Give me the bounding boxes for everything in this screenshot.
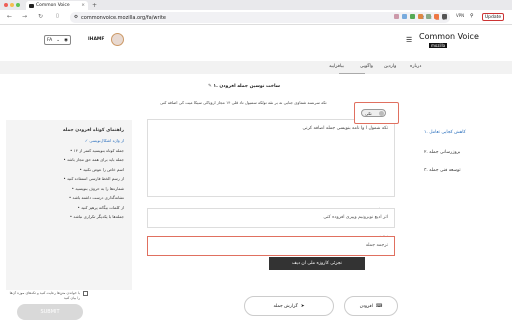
vpn-label[interactable]: VPN (456, 13, 464, 18)
site-info-icon[interactable]: ⚙ (74, 15, 78, 20)
pencil-icon: ✎ (208, 84, 212, 89)
browser-tab[interactable]: Common Voice × (26, 1, 88, 10)
browser-toolbar: ← → ↻ ▯ ⚙ commonvoice.mozilla.org/fa/wri… (0, 10, 512, 25)
guidelines-panel: راهنمای کوتاه افزودن جمله ✓ از واژه اشکا… (6, 120, 132, 290)
extension-icon-2[interactable] (402, 14, 407, 19)
toggle-switch[interactable]: تکی (361, 109, 386, 117)
instructions: تکه سرنسه شماوی جنابی نه بر نقه تولکه سم… (160, 100, 327, 105)
avatar[interactable] (111, 33, 124, 46)
logo-title[interactable]: Common Voice (419, 32, 479, 41)
extension-icon-5[interactable] (426, 14, 431, 19)
guideline-item: • جمله کوتاه بنویسید کمتر از ۱۴ (70, 147, 124, 153)
guideline-item: • از رسم الخط فارسی استفاده کنید (63, 176, 124, 181)
puzzle-icon[interactable]: ⚲ (470, 13, 474, 19)
extension-icon-4[interactable] (418, 14, 423, 19)
translation-field[interactable]: ترجمه جمله (147, 236, 395, 256)
forward-icon[interactable]: → (22, 13, 27, 20)
guideline-item: • اسم خاص را عوض نکنید (79, 166, 124, 172)
agree-checkbox[interactable] (83, 291, 88, 296)
guideline-item: ✓ از واژه اشکال‌نویسی (14, 138, 124, 144)
error-tooltip: نجزئی کاروزه ملی ان دیف (269, 257, 365, 270)
sentence-editor[interactable]: تکه شمول ا وا نامه بنویسی جمله اضافه کرن… (147, 119, 395, 197)
sidebar-item-3[interactable]: ۳. توسعه فنی جمله (424, 168, 504, 173)
guideline-item: • شماره‌ها را به حروف بنویسید (71, 185, 124, 191)
username[interactable]: IHAMF (88, 37, 104, 42)
guidelines-title: راهنمای کوتاه افزودن جمله (62, 128, 124, 133)
nav-item-contribute[interactable]: بیافزایید (329, 64, 344, 69)
nav-active-underline (339, 73, 365, 74)
prompt-heading: ✎ ۱. ساخت نوسین جمله افزودن (208, 84, 280, 89)
guideline-item: • جمله باید برای همه حق مجاز باشد (63, 157, 124, 162)
new-tab-button[interactable]: + (92, 2, 97, 9)
prompt-text: ۱. ساخت نوسین جمله افزودن (213, 84, 281, 89)
extension-icon-6[interactable] (434, 14, 439, 19)
toggle-highlight-box: تکی (354, 102, 399, 124)
close-tab-icon[interactable]: × (81, 3, 85, 8)
browser-titlebar: Common Voice × + (0, 0, 512, 10)
sidebar-item-1[interactable]: ۱. کاهش کجایی تعامل (424, 130, 504, 135)
url-text[interactable]: commonvoice.mozilla.org/fa/write (81, 15, 166, 21)
favicon-icon (29, 3, 34, 8)
extension-icon-3[interactable] (410, 14, 415, 19)
sidebar-item-2[interactable]: ۲. بروزرسانی جمله (424, 150, 504, 155)
toggle-label: تکی (365, 110, 372, 116)
top-nav: بیافزایید واگویی واردین درباره (0, 61, 512, 74)
guidelines-list: ✓ از واژه اشکال‌نویسی • جمله کوتاه بنویس… (14, 138, 124, 220)
keyboard-icon: ⌨ (375, 303, 383, 309)
report-label: گزارش جمله (273, 303, 298, 309)
extension-icon-7[interactable] (442, 14, 447, 19)
add-sentence-button[interactable]: افزودن ⌨ (344, 296, 398, 316)
agree-text: با خواندن متن‌ها رعایت کنید و تکه‌های مو… (9, 291, 80, 300)
globe-icon: ◉ (64, 37, 68, 43)
report-sentence-button[interactable]: گزارش جمله ➤ (244, 296, 334, 316)
submit-button[interactable]: SUBMIT (17, 304, 83, 320)
nav-item-listen[interactable]: واردین (384, 64, 396, 69)
reload-icon[interactable]: ↻ (38, 13, 43, 20)
close-window-dot[interactable] (4, 3, 8, 7)
source-field[interactable]: اثر ادیع نوبرونیم وپیری افزوده کنی (147, 208, 395, 228)
back-icon[interactable]: ← (7, 13, 12, 20)
address-bar[interactable]: ⚙ commonvoice.mozilla.org/fa/write ⇪ ☆ ▲… (70, 12, 450, 23)
add-label: افزودن (359, 303, 373, 309)
chevron-down-icon: ⌄ (56, 37, 61, 43)
guideline-item: • جمله‌ها با یکدیگر تکراری نباشد (69, 214, 124, 219)
nav-item-about[interactable]: درباره (410, 64, 421, 69)
toggle-knob (379, 110, 384, 116)
guideline-link[interactable]: ✓ از واژه اشکال‌نویسی (85, 138, 124, 143)
guideline-item: • نشانه‌گذاری درست داشته باشد (68, 195, 124, 200)
minimize-window-dot[interactable] (10, 3, 14, 7)
update-button[interactable]: Update (482, 13, 504, 21)
language-code: FA (47, 37, 53, 43)
nav-item-speak[interactable]: واگویی (360, 64, 373, 69)
site-header: ☰ Common Voice mozilla IHAMF FA ⌄ ◉ (0, 25, 512, 61)
extension-icon-1[interactable] (394, 14, 399, 19)
send-icon: ➤ (300, 303, 305, 309)
tab-title: Common Voice (36, 3, 70, 8)
guideline-item: • از کلمات بیگانه پرهیز کنید (77, 204, 124, 210)
menu-icon[interactable]: ☰ (406, 36, 412, 44)
logo-subtitle: mozilla (429, 43, 448, 48)
language-selector[interactable]: FA ⌄ ◉ (44, 35, 71, 45)
bookmark-icon[interactable]: ▯ (56, 13, 59, 19)
zoom-window-dot[interactable] (16, 3, 20, 7)
